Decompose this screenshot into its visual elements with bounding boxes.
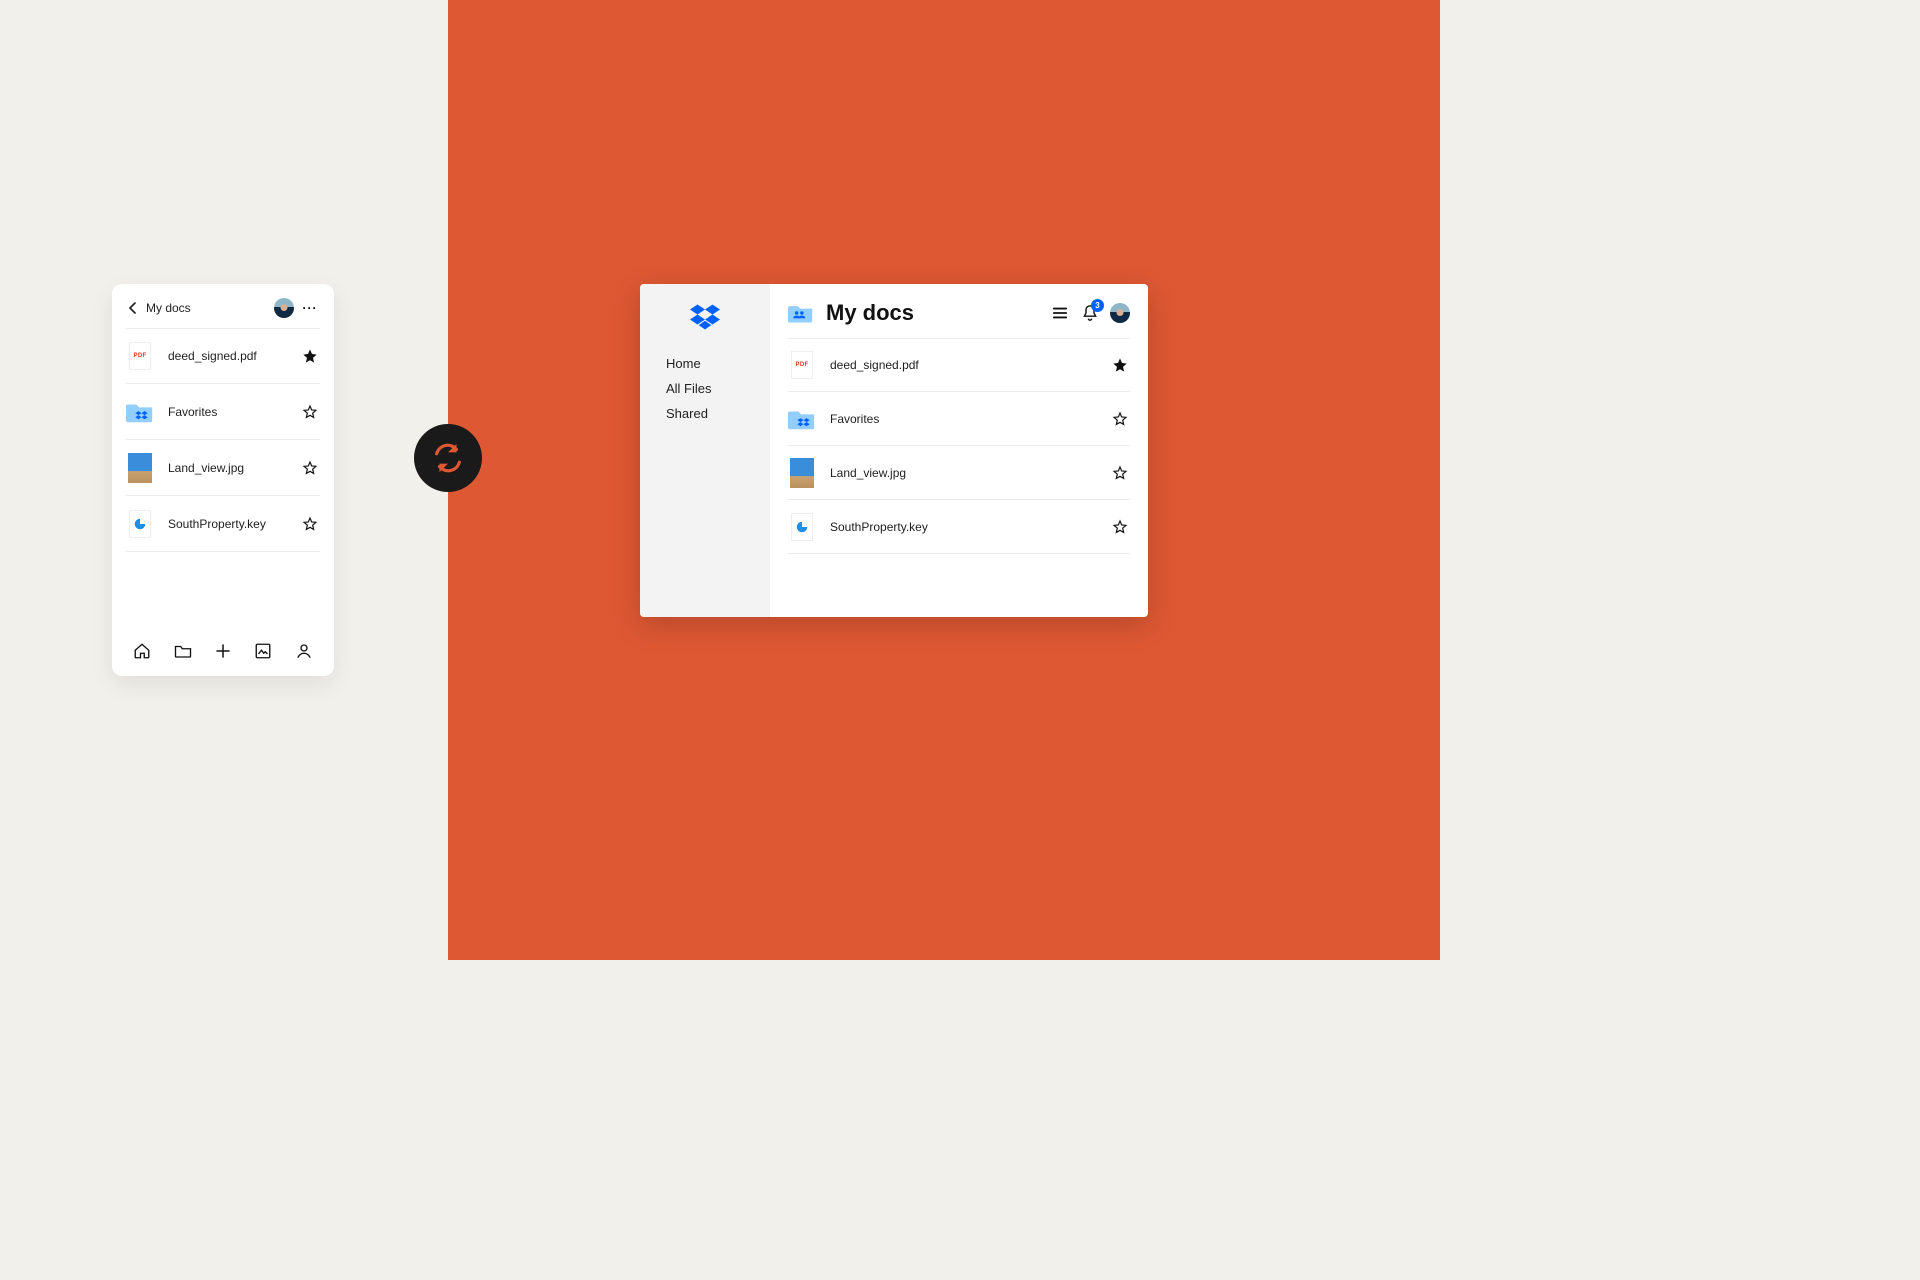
shared-folder-icon: [788, 302, 814, 324]
nav-files[interactable]: [172, 640, 194, 662]
folder-icon: [788, 402, 816, 436]
nav-home[interactable]: [131, 640, 153, 662]
dropbox-logo-icon[interactable]: [690, 304, 720, 330]
file-row-folder[interactable]: Favorites: [126, 384, 320, 440]
file-row-pdf[interactable]: PDF deed_signed.pdf: [788, 338, 1130, 392]
file-row-key[interactable]: SouthProperty.key: [126, 496, 320, 552]
file-name: deed_signed.pdf: [830, 358, 1110, 372]
star-button[interactable]: [300, 514, 320, 534]
notifications-button[interactable]: 3: [1080, 303, 1100, 323]
star-button[interactable]: [1110, 517, 1130, 537]
sidebar-link-home[interactable]: Home: [666, 356, 712, 371]
file-row-pdf[interactable]: PDF deed_signed.pdf: [126, 328, 320, 384]
list-view-button[interactable]: [1050, 303, 1070, 323]
image-icon: [126, 451, 154, 485]
mobile-title: My docs: [146, 301, 274, 315]
avatar[interactable]: [1110, 303, 1130, 323]
pdf-icon: PDF: [788, 348, 816, 382]
file-name: SouthProperty.key: [830, 520, 1110, 534]
notification-badge: 3: [1091, 299, 1104, 312]
pdf-icon: PDF: [126, 339, 154, 373]
file-row-image[interactable]: Land_view.jpg: [788, 446, 1130, 500]
file-name: Favorites: [168, 405, 300, 419]
sidebar-link-allfiles[interactable]: All Files: [666, 381, 712, 396]
file-name: deed_signed.pdf: [168, 349, 300, 363]
file-name: Land_view.jpg: [830, 466, 1110, 480]
mobile-panel: My docs ··· PDF deed_signed.pdf Favorite…: [112, 284, 334, 676]
keynote-icon: [788, 510, 816, 544]
nav-add[interactable]: [212, 640, 234, 662]
avatar[interactable]: [274, 298, 294, 318]
star-button[interactable]: [1110, 355, 1130, 375]
desktop-sidebar: Home All Files Shared: [640, 284, 770, 617]
desktop-title: My docs: [826, 300, 1040, 326]
file-name: SouthProperty.key: [168, 517, 300, 531]
desktop-file-list: PDF deed_signed.pdf Favorites: [770, 338, 1148, 554]
star-button[interactable]: [300, 402, 320, 422]
star-button[interactable]: [300, 458, 320, 478]
star-button[interactable]: [1110, 409, 1130, 429]
image-icon: [788, 456, 816, 490]
star-button[interactable]: [1110, 463, 1130, 483]
keynote-icon: [126, 507, 154, 541]
file-name: Favorites: [830, 412, 1110, 426]
desktop-panel: Home All Files Shared My docs 3: [640, 284, 1148, 617]
desktop-header: My docs 3: [770, 284, 1148, 338]
mobile-header: My docs ···: [112, 284, 334, 328]
file-row-folder[interactable]: Favorites: [788, 392, 1130, 446]
mobile-file-list: PDF deed_signed.pdf Favorites Land_view.…: [112, 328, 334, 552]
star-button[interactable]: [300, 346, 320, 366]
nav-account[interactable]: [293, 640, 315, 662]
sync-icon: [414, 424, 482, 492]
file-name: Land_view.jpg: [168, 461, 300, 475]
file-row-key[interactable]: SouthProperty.key: [788, 500, 1130, 554]
more-button[interactable]: ···: [300, 298, 320, 318]
sidebar-links: Home All Files Shared: [640, 356, 712, 421]
mobile-bottom-nav: [112, 628, 334, 676]
sidebar-link-shared[interactable]: Shared: [666, 406, 712, 421]
nav-photos[interactable]: [252, 640, 274, 662]
back-button[interactable]: [124, 299, 142, 317]
file-row-image[interactable]: Land_view.jpg: [126, 440, 320, 496]
folder-icon: [126, 395, 154, 429]
desktop-main: My docs 3 PDF deed_signed.pdf: [770, 284, 1148, 617]
